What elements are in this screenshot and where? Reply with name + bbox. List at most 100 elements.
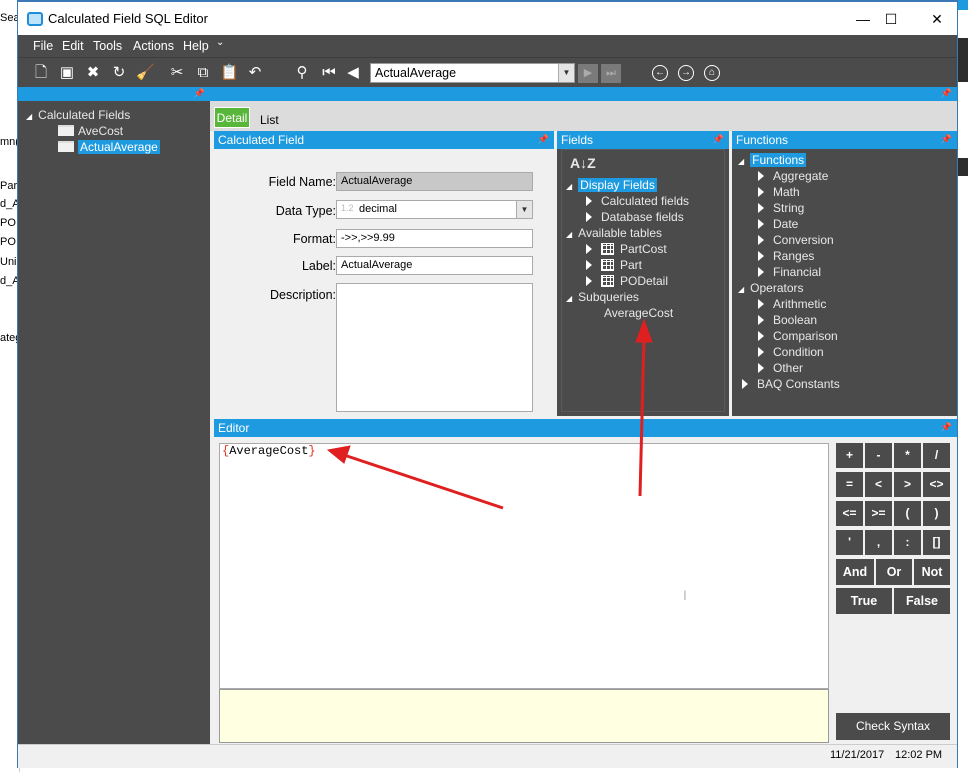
new-icon[interactable]: 🗋: [32, 64, 50, 82]
pin-icon[interactable]: 📌: [941, 88, 952, 99]
pin-icon[interactable]: 📌: [194, 88, 205, 99]
previous-record-icon[interactable]: ◀: [344, 64, 362, 82]
tree-function-item[interactable]: Conversion: [758, 233, 834, 247]
op-quote-button[interactable]: ': [836, 530, 863, 555]
tree-baq-constants[interactable]: BAQ Constants: [742, 377, 840, 391]
save-icon[interactable]: ▣: [58, 64, 76, 82]
maximize-button[interactable]: ☐: [868, 8, 914, 30]
close-button[interactable]: ✕: [914, 8, 960, 30]
collapsed-icon: [758, 235, 764, 245]
op-brackets-button[interactable]: []: [923, 530, 950, 555]
tree-function-item[interactable]: Aggregate: [758, 169, 828, 183]
tree-operators[interactable]: ◢ Operators: [738, 281, 804, 295]
tree-function-item[interactable]: Ranges: [758, 249, 814, 263]
chevron-down-icon[interactable]: ▼: [558, 64, 574, 82]
data-type-label: Data Type:: [275, 204, 336, 218]
format-input[interactable]: ->>,>>9.99: [336, 229, 533, 248]
tree-root[interactable]: ◢ Calculated Fields: [26, 108, 130, 122]
menu-help[interactable]: Help: [183, 39, 209, 53]
op-multiply-button[interactable]: *: [894, 443, 921, 468]
tree-functions[interactable]: ◢ Functions: [738, 153, 807, 167]
cut-icon[interactable]: ✂: [168, 64, 186, 82]
tree-operator-item[interactable]: Boolean: [758, 313, 817, 327]
tree-function-item[interactable]: Financial: [758, 265, 821, 279]
tree-item[interactable]: AveCost: [58, 124, 123, 138]
delete-icon[interactable]: ✖: [84, 64, 102, 82]
pin-icon[interactable]: 📌: [941, 134, 952, 145]
tree-operator-item[interactable]: Comparison: [758, 329, 838, 343]
tree-calculated-fields[interactable]: Calculated fields: [586, 194, 689, 208]
op-and-button[interactable]: And: [836, 559, 874, 585]
op-less-button[interactable]: <: [865, 472, 892, 497]
forward-icon[interactable]: →: [678, 65, 694, 81]
op-open-paren-button[interactable]: (: [894, 501, 921, 526]
field-name-input[interactable]: ActualAverage: [336, 172, 533, 191]
pin-icon[interactable]: 📌: [538, 134, 549, 145]
copy-icon[interactable]: ⧉: [194, 64, 212, 82]
first-record-icon[interactable]: ⏮: [320, 64, 338, 82]
op-not-equal-button[interactable]: <>: [923, 472, 950, 497]
tree-table[interactable]: PartCost: [586, 242, 667, 256]
next-record-icon[interactable]: ▶: [578, 64, 598, 83]
pin-icon[interactable]: 📌: [941, 422, 952, 433]
home-icon[interactable]: ⌂: [704, 65, 720, 81]
tree-database-fields[interactable]: Database fields: [586, 210, 684, 224]
menu-tools[interactable]: Tools: [93, 39, 122, 53]
search-icon[interactable]: ⚲: [293, 64, 311, 82]
tree-function-item[interactable]: Date: [758, 217, 798, 231]
op-plus-button[interactable]: +: [836, 443, 863, 468]
tree-operator-item[interactable]: Condition: [758, 345, 824, 359]
tab-list[interactable]: List: [260, 113, 279, 127]
refresh-icon[interactable]: ↻: [110, 64, 128, 82]
tree-label: Arithmetic: [773, 297, 827, 311]
tree-operator-item[interactable]: Arithmetic: [758, 297, 826, 311]
chevron-down-icon[interactable]: ▼: [516, 201, 532, 218]
title-bar[interactable]: Calculated Field SQL Editor — ☐ ✕: [18, 2, 957, 35]
data-type-select[interactable]: 1.2 decimal ▼: [336, 200, 533, 219]
op-true-button[interactable]: True: [836, 588, 892, 614]
tree-label: Part: [620, 258, 643, 272]
label-input[interactable]: ActualAverage: [336, 256, 533, 275]
tree-table[interactable]: PODetail: [586, 274, 668, 288]
menu-file[interactable]: File: [33, 39, 53, 53]
pin-icon[interactable]: 📌: [713, 134, 724, 145]
op-less-equal-button[interactable]: <=: [836, 501, 863, 526]
tree-table[interactable]: Part: [586, 258, 642, 272]
op-close-paren-button[interactable]: ): [923, 501, 950, 526]
op-false-button[interactable]: False: [894, 588, 950, 614]
tree-label: Boolean: [773, 313, 818, 327]
back-icon[interactable]: ←: [652, 65, 668, 81]
expression-editor[interactable]: {AverageCost} I: [219, 443, 829, 689]
tree-function-item[interactable]: Math: [758, 185, 800, 199]
undo-icon[interactable]: ↶: [246, 64, 264, 82]
tree-display-fields[interactable]: ◢ Display Fields: [566, 178, 657, 192]
op-comma-button[interactable]: ,: [865, 530, 892, 555]
tree-label: Display Fields: [578, 178, 657, 192]
menu-actions[interactable]: Actions: [133, 39, 174, 53]
menu-edit[interactable]: Edit: [62, 39, 84, 53]
op-minus-button[interactable]: -: [865, 443, 892, 468]
op-equals-button[interactable]: =: [836, 472, 863, 497]
last-record-icon[interactable]: ⏭: [601, 64, 621, 83]
op-not-button[interactable]: Not: [914, 559, 950, 585]
tree-item-selected[interactable]: ActualAverage: [58, 140, 160, 154]
check-syntax-button[interactable]: Check Syntax: [836, 713, 950, 740]
record-selector[interactable]: ActualAverage ▼: [370, 63, 575, 83]
tree-subquery-item[interactable]: AverageCost: [604, 306, 673, 320]
op-divide-button[interactable]: /: [923, 443, 950, 468]
tab-detail[interactable]: Detail: [214, 107, 250, 128]
tree-function-item[interactable]: String: [758, 201, 804, 215]
panel-title: Fields: [561, 133, 594, 147]
op-greater-button[interactable]: >: [894, 472, 921, 497]
tree-subqueries[interactable]: ◢ Subqueries: [566, 290, 639, 304]
tree-available-tables[interactable]: ◢ Available tables: [566, 226, 662, 240]
clear-icon[interactable]: 🧹: [136, 64, 155, 82]
az-sort-icon[interactable]: A↓Z: [570, 155, 596, 171]
description-textarea[interactable]: [336, 283, 533, 412]
op-greater-equal-button[interactable]: >=: [865, 501, 892, 526]
tree-operator-item[interactable]: Other: [758, 361, 803, 375]
op-colon-button[interactable]: :: [894, 530, 921, 555]
op-or-button[interactable]: Or: [876, 559, 912, 585]
paste-icon[interactable]: 📋: [220, 64, 239, 82]
menu-overflow-icon[interactable]: ⌄: [216, 37, 224, 48]
